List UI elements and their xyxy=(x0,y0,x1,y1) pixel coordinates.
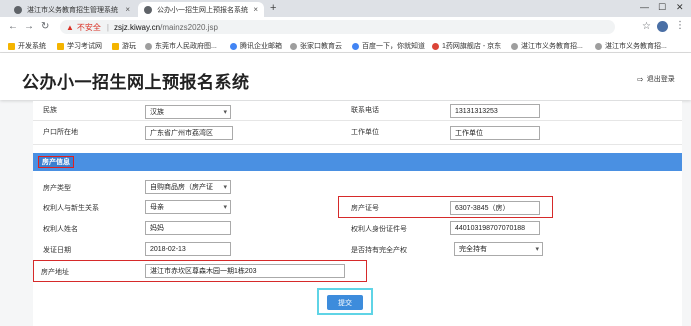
bookmark-item[interactable]: 开发系统 xyxy=(8,41,46,51)
browser-tab[interactable]: 湛江市义务教育招生管理系统 × xyxy=(8,2,136,17)
owner-id-field[interactable]: 440103198707070188 xyxy=(450,221,540,235)
folder-icon xyxy=(57,42,64,50)
maximize-icon[interactable]: ☐ xyxy=(658,2,666,13)
close-icon[interactable]: × xyxy=(125,5,130,14)
back-icon[interactable]: ← xyxy=(8,21,18,32)
full-ownership-label: 是否持有完全产权 xyxy=(351,247,407,254)
warning-icon: ▲ xyxy=(66,22,74,32)
globe-icon xyxy=(290,42,297,50)
logout-icon: ⇨ xyxy=(637,74,644,84)
ethnicity-label: 民族 xyxy=(43,107,57,114)
new-tab-button[interactable]: + xyxy=(270,2,276,14)
section-title: 房产信息 xyxy=(38,156,74,168)
url-path: /mainzs2020.jsp xyxy=(160,22,218,32)
owner-name-label: 权利人姓名 xyxy=(43,226,78,233)
submit-button[interactable]: 提交 xyxy=(327,295,363,310)
address-field[interactable]: 湛江市赤坎区尊森木园一期1栋203 xyxy=(145,264,345,278)
more-menu-icon[interactable]: ⋮ xyxy=(675,20,685,31)
issue-date-field[interactable]: 2018-02-13 xyxy=(145,242,231,256)
bookmark-item[interactable]: 湛江市义务教育招... xyxy=(595,41,667,51)
form-row: 民族 汉族 联系电话 13131313253 xyxy=(33,101,682,121)
property-type-label: 房产类型 xyxy=(43,185,71,192)
bookmark-item[interactable]: 学习考试网 xyxy=(57,41,102,51)
logout-label: 退出登录 xyxy=(646,76,675,83)
cert-field[interactable]: 6307-3845（房） xyxy=(450,201,540,215)
page-header: 公办小一招生网上预报名系统 ⇨ 退出登录 xyxy=(0,53,691,100)
bookmark-item[interactable]: 张家口教育云 xyxy=(290,41,342,51)
bookmark-star-icon[interactable]: ☆ xyxy=(642,21,651,32)
address-bar[interactable]: ▲ 不安全 | zsjz.kiway.cn /mainzs2020.jsp xyxy=(60,20,615,34)
logout-link[interactable]: ⇨ 退出登录 xyxy=(637,74,675,84)
folder-icon xyxy=(8,42,15,50)
tab-title: 湛江市义务教育招生管理系统 xyxy=(27,6,118,14)
phone-field[interactable]: 13131313253 xyxy=(450,104,540,118)
bookmark-item[interactable]: 东莞市人民政府图... xyxy=(145,41,217,51)
full-ownership-select[interactable]: 完全持有 xyxy=(454,242,543,256)
globe-icon xyxy=(14,5,22,14)
url-host: zsjz.kiway.cn xyxy=(114,22,161,32)
bookmark-item[interactable]: 游玩 xyxy=(112,41,136,51)
reload-icon[interactable]: ↻ xyxy=(41,21,49,32)
minimize-icon[interactable]: — xyxy=(640,2,649,12)
issue-date-label: 发证日期 xyxy=(43,247,71,254)
phone-label: 联系电话 xyxy=(351,107,379,114)
property-type-select[interactable]: 自购商品房（房产证 xyxy=(145,180,231,194)
insecure-label: 不安全 xyxy=(76,22,101,32)
section-header: 房产信息 xyxy=(33,153,682,171)
page-title: 公办小一招生网上预报名系统 xyxy=(22,73,250,92)
address-label: 房产地址 xyxy=(41,269,69,276)
folder-icon xyxy=(112,42,119,50)
forward-icon[interactable]: → xyxy=(24,21,34,32)
avatar[interactable] xyxy=(657,21,668,32)
browser-toolbar: ← → ↻ ▲ 不安全 | zsjz.kiway.cn /mainzs2020.… xyxy=(0,17,691,37)
globe-icon xyxy=(595,42,602,50)
relation-label: 权利人与新生关系 xyxy=(43,205,99,212)
browser-tabbar: 湛江市义务教育招生管理系统 × 公办小一招生网上预报名系统 × + — ☐ ✕ xyxy=(0,0,691,17)
bookmark-item[interactable]: 湛江市义务教育招... xyxy=(511,41,583,51)
jd-icon xyxy=(432,42,439,50)
owner-id-label: 权利人身份证件号 xyxy=(351,226,407,233)
submit-highlight: 提交 xyxy=(317,288,373,315)
form-row: 户口所在地 广东省广州市荔湾区 工作单位 工作单位 xyxy=(33,121,682,145)
globe-icon xyxy=(511,42,518,50)
globe-icon xyxy=(145,42,152,50)
bookmarks-bar: 开发系统 学习考试网 游玩 东莞市人民政府图... 腾讯企业邮箱 张家口教育云 … xyxy=(0,37,691,53)
bookmark-item[interactable]: 百度一下，你就知道 xyxy=(352,41,425,51)
work-field[interactable]: 工作单位 xyxy=(450,126,540,140)
baidu-icon xyxy=(352,42,359,50)
bookmark-item[interactable]: 1药网旗舰店 - 京东 xyxy=(432,41,501,51)
globe-icon xyxy=(144,5,152,14)
hukou-field[interactable]: 广东省广州市荔湾区 xyxy=(145,126,233,140)
mail-icon xyxy=(230,42,237,50)
relation-select[interactable]: 母亲 xyxy=(145,200,231,214)
owner-name-field[interactable]: 妈妈 xyxy=(145,221,231,235)
hukou-label: 户口所在地 xyxy=(43,129,78,136)
bookmark-item[interactable]: 腾讯企业邮箱 xyxy=(230,41,282,51)
work-label: 工作单位 xyxy=(351,129,379,136)
tab-title: 公办小一招生网上预报名系统 xyxy=(157,6,248,14)
close-icon[interactable]: × xyxy=(253,5,258,14)
browser-tab-active[interactable]: 公办小一招生网上预报名系统 × xyxy=(138,2,264,17)
close-window-icon[interactable]: ✕ xyxy=(676,2,684,13)
cert-label: 房产证号 xyxy=(351,205,379,212)
ethnicity-select[interactable]: 汉族 xyxy=(145,105,231,119)
